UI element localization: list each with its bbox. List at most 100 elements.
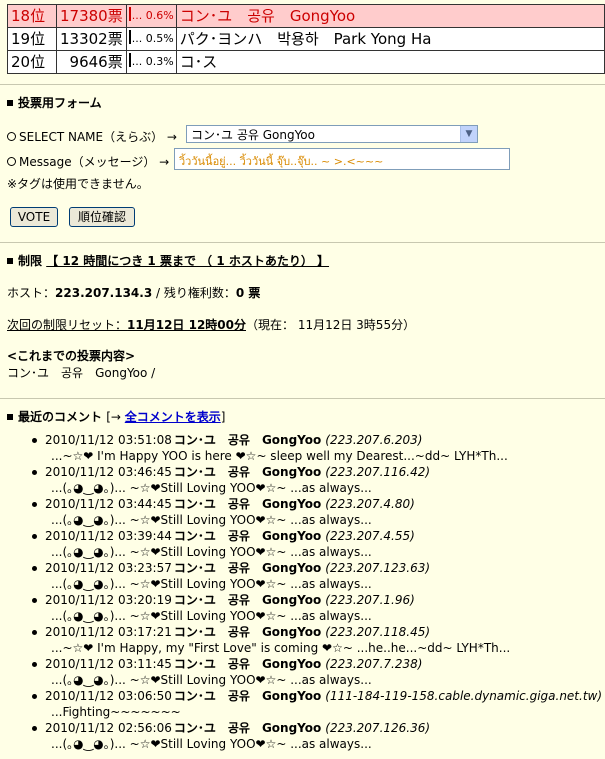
reset-value: 11月12日 12時00分 — [127, 318, 246, 332]
comment-name: コン･ユ 공유 GongYoo — [173, 657, 322, 671]
comment-item: 2010/11/12 03:17:21 コン･ユ 공유 GongYoo (223.2… — [26, 624, 605, 656]
comment-item: 2010/11/12 03:46:45 コン･ユ 공유 GongYoo (223.2… — [26, 464, 605, 496]
comment-name: コン･ユ 공유 GongYoo — [173, 561, 322, 575]
comment-item: 2010/11/12 03:11:45 コン･ユ 공유 GongYoo (223.2… — [26, 656, 605, 688]
ranking-row: 20位 9646票 ... 0.3% コ･ス — [7, 50, 605, 74]
comment-item: 2010/11/12 03:51:08 コン･ユ 공유 GongYoo (223.2… — [26, 432, 605, 464]
name-cell: コ･ス — [175, 50, 605, 74]
square-bullet-icon — [7, 100, 13, 106]
percent-bar — [128, 53, 131, 67]
comment-time: 2010/11/12 03:17:21 — [45, 625, 172, 639]
comment-item: 2010/11/12 02:56:06 コン･ユ 공유 GongYoo (223.2… — [26, 720, 605, 752]
remaining-value: 0 票 — [235, 286, 261, 300]
comment-time: 2010/11/12 02:56:06 — [45, 721, 172, 735]
ranking-row: 19位 13302票 ... 0.5% パク･ヨンハ 박용하 Park Yong… — [7, 27, 605, 51]
comment-ip: (111-184-119-158.cable.dynamic.giga.net.… — [325, 689, 603, 703]
message-label: Message（メッセージ） → — [7, 153, 169, 170]
show-all-comments-link[interactable]: 全コメントを表示 — [125, 410, 221, 424]
rank-cell: 18位 — [7, 4, 57, 28]
vote-button[interactable]: VOTE — [10, 207, 58, 227]
host-info: ホスト：223.207.134.3 / 残り権利数：0 票 — [7, 284, 260, 301]
bullet-icon — [32, 470, 37, 475]
comment-time: 2010/11/12 03:44:45 — [45, 497, 172, 511]
comment-time: 2010/11/12 03:23:57 — [45, 561, 172, 575]
reset-label: 次回の制限リセット： — [7, 318, 128, 332]
select-name-label: SELECT NAME（えらぶ） → — [7, 128, 177, 145]
remaining-label: / 残り権利数： — [152, 286, 236, 300]
percent-cell: ... 0.6% — [125, 4, 177, 28]
rank-check-button[interactable]: 順位確認 — [69, 207, 135, 227]
bullet-icon — [32, 630, 37, 635]
bullet-icon — [32, 662, 37, 667]
percent-label: ... 0.6% — [131, 9, 174, 22]
limit-rule: 【 12 時間につき 1 票まで （ 1 ホストあたり） 】 — [46, 254, 330, 268]
comment-time: 2010/11/12 03:51:08 — [45, 433, 172, 447]
comment-message: ...(｡◕‿◕｡)... ~☆❤Still Loving YOO❤☆~ ...… — [51, 609, 372, 623]
votes-cell: 17380票 — [56, 4, 127, 28]
circle-bullet-icon — [7, 132, 16, 141]
divider — [0, 84, 605, 85]
comment-item: 2010/11/12 03:06:50 コン･ユ 공유 GongYoo (111-1… — [26, 688, 605, 720]
comment-name: コン･ユ 공유 GongYoo — [173, 625, 322, 639]
host-value: 223.207.134.3 — [55, 286, 153, 300]
comment-name: コン･ユ 공유 GongYoo — [173, 465, 322, 479]
message-input[interactable]: วิ้ววันนี้อยู่... วิ้ววันนี้ จุ๊บ..จุ๊บ.… — [174, 148, 510, 170]
form-title-text: 投票用フォーム — [18, 96, 102, 110]
comment-name: コン･ユ 공유 GongYoo — [173, 689, 322, 703]
comment-time: 2010/11/12 03:20:19 — [45, 593, 172, 607]
comment-message: ...(｡◕‿◕｡)... ~☆❤Still Loving YOO❤☆~ ...… — [51, 513, 372, 527]
comment-ip: (223.207.126.36) — [325, 721, 431, 735]
comment-list: 2010/11/12 03:51:08 コン･ユ 공유 GongYoo (223.2… — [26, 432, 605, 752]
percent-cell: ... 0.5% — [125, 27, 177, 51]
bullet-icon — [32, 438, 37, 443]
comment-ip: (223.207.1.96) — [325, 593, 415, 607]
bullet-icon — [32, 566, 37, 571]
select-name-label-text: SELECT NAME（えらぶ） → — [19, 130, 177, 144]
host-label: ホスト： — [7, 286, 56, 300]
comment-message: ...~☆❤ I'm Happy YOO is here ❤☆~ sleep w… — [51, 449, 508, 463]
chevron-down-icon[interactable]: ▼ — [460, 126, 477, 142]
limit-title-text: 制限 — [18, 254, 43, 268]
comment-ip: (223.207.118.45) — [325, 625, 431, 639]
bullet-icon — [32, 726, 37, 731]
comment-time: 2010/11/12 03:46:45 — [45, 465, 172, 479]
comment-time: 2010/11/12 03:39:44 — [45, 529, 172, 543]
tag-note: ※タグは使用できません。 — [7, 177, 149, 191]
comment-name: コン･ユ 공유 GongYoo — [173, 529, 322, 543]
history-title: <これまでの投票内容> — [7, 349, 136, 363]
comment-item: 2010/11/12 03:39:44 コン･ユ 공유 GongYoo (223.2… — [26, 528, 605, 560]
comment-item: 2010/11/12 03:23:57 コン･ユ 공유 GongYoo (223.2… — [26, 560, 605, 592]
bracket-close: ] — [220, 410, 226, 424]
current-time: （現在： 11月12日 3時55分） — [246, 318, 416, 332]
name-cell: コン･ユ 공유 GongYoo — [175, 4, 605, 28]
comment-ip: (223.207.7.238) — [325, 657, 423, 671]
name-select[interactable]: コン･ユ 공유 GongYoo ▼ — [186, 125, 478, 143]
comment-ip: (223.207.4.80) — [325, 497, 415, 511]
comment-message: ...(｡◕‿◕｡)... ~☆❤Still Loving YOO❤☆~ ...… — [51, 481, 372, 495]
comments-title: 最近のコメント [→ 全コメントを表示] — [7, 408, 225, 425]
circle-bullet-icon — [7, 157, 16, 166]
comment-time: 2010/11/12 03:06:50 — [45, 689, 172, 703]
rank-cell: 19位 — [7, 27, 57, 51]
name-select-value: コン･ユ 공유 GongYoo — [191, 128, 315, 142]
percent-label: ... 0.3% — [131, 55, 174, 68]
bullet-icon — [32, 502, 37, 507]
comment-name: コン･ユ 공유 GongYoo — [173, 497, 322, 511]
bullet-icon — [32, 534, 37, 539]
comment-message: ...~☆❤ I'm Happy, my "First Love" is com… — [51, 641, 511, 655]
percent-bar — [128, 7, 131, 21]
comment-message: ...(｡◕‿◕｡)... ~☆❤Still Loving YOO❤☆~ ...… — [51, 545, 372, 559]
limit-title: 制限 【 12 時間につき 1 票まで （ 1 ホストあたり） 】 — [7, 252, 329, 269]
ranking-table: 18位 17380票 ... 0.6% コン･ユ 공유 GongYoo 19位 … — [7, 4, 605, 74]
comment-message: ...(｡◕‿◕｡)... ~☆❤Still Loving YOO❤☆~ ...… — [51, 577, 372, 591]
square-bullet-icon — [7, 414, 13, 420]
bracket-open: [→ — [106, 410, 125, 424]
comment-item: 2010/11/12 03:20:19 コン･ユ 공유 GongYoo (223.2… — [26, 592, 605, 624]
divider — [0, 398, 605, 399]
percent-cell: ... 0.3% — [125, 50, 177, 74]
votes-cell: 13302票 — [56, 27, 127, 51]
comment-name: コン･ユ 공유 GongYoo — [173, 433, 322, 447]
comment-message: ...(｡◕‿◕｡)... ~☆❤Still Loving YOO❤☆~ ...… — [51, 737, 372, 751]
comment-message: ...(｡◕‿◕｡)... ~☆❤Still Loving YOO❤☆~ ...… — [51, 673, 372, 687]
comment-name: コン･ユ 공유 GongYoo — [173, 593, 322, 607]
